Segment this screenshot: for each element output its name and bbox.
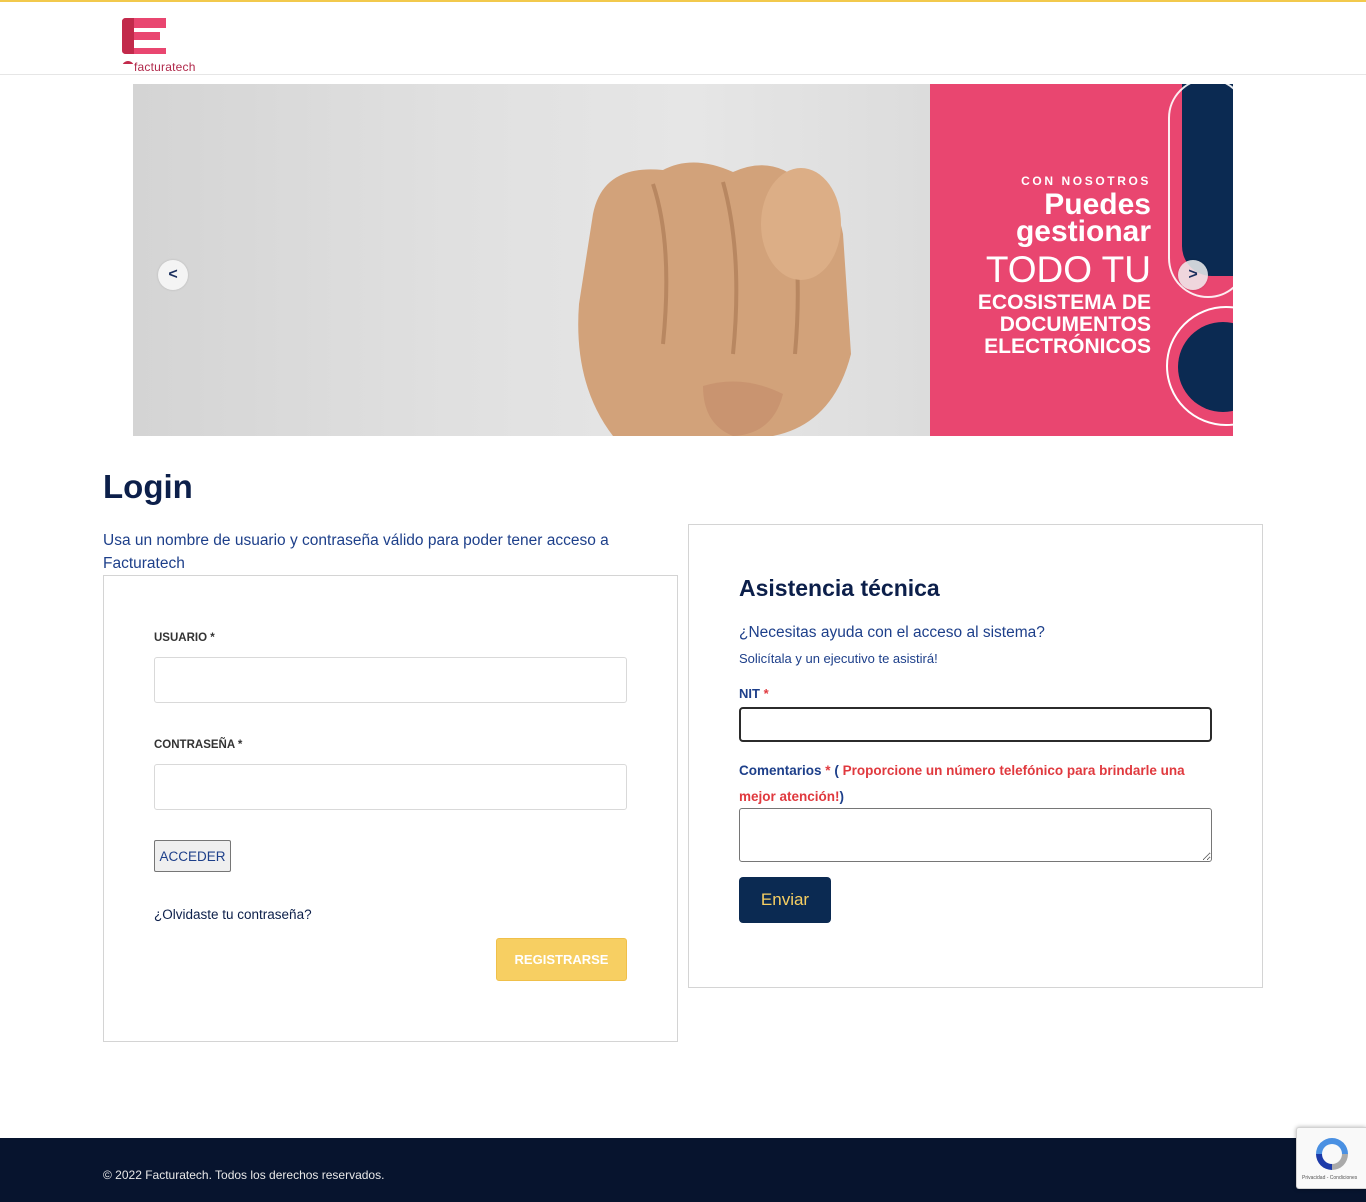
copyright-text: © 2022 Facturatech. Todos los derechos r… — [103, 1168, 385, 1182]
nit-input[interactable] — [739, 707, 1212, 742]
comments-label-text: Comentarios — [739, 763, 822, 778]
comments-paren-open: ( — [834, 763, 839, 778]
register-button[interactable]: REGISTRARSE — [496, 938, 627, 981]
recaptcha-icon — [1316, 1138, 1348, 1170]
carousel-photo — [133, 84, 930, 436]
required-mark: * — [763, 686, 769, 701]
page-footer: © 2022 Facturatech. Todos los derechos r… — [0, 1138, 1366, 1202]
login-intro-text: Usa un nombre de usuario y contraseña vá… — [103, 532, 609, 572]
banner-subline: ECOSISTEMA DE DOCUMENTOS ELECTRÓNICOS — [978, 292, 1151, 358]
username-input[interactable] — [154, 657, 627, 703]
banner-headline-3: TODO TU — [985, 249, 1151, 290]
support-subtitle: Solicítala y un ejecutivo te asistirá! — [739, 651, 938, 666]
comments-label: Comentarios * ( Proporcione un número te… — [739, 758, 1219, 810]
login-submit-button[interactable]: ACCEDER — [154, 840, 231, 872]
required-mark: * — [825, 763, 831, 778]
password-label: CONTRASEÑA * — [154, 739, 243, 751]
support-form: Asistencia técnica ¿Necesitas ayuda con … — [688, 524, 1263, 988]
banner-subline-2: DOCUMENTOS — [999, 313, 1151, 336]
support-question: ¿Necesitas ayuda con el acceso al sistem… — [739, 624, 1045, 641]
logo-wordmark: facturatech — [134, 60, 196, 74]
forgot-password-link[interactable]: ¿Olvidaste tu contraseña? — [154, 907, 312, 922]
comments-paren-close: ) — [839, 789, 845, 804]
banner-kicker: CON NOSOTROS — [1021, 174, 1151, 188]
page-title: Login — [103, 468, 193, 505]
carousel-prev-button[interactable]: < — [158, 260, 188, 290]
banner-headline-2: gestionar — [1015, 215, 1151, 248]
facturatech-logo[interactable]: facturatech — [120, 16, 200, 76]
comments-textarea[interactable] — [739, 808, 1212, 862]
password-input[interactable] — [154, 764, 627, 810]
hero-carousel: CON NOSOTROS Puedes gestionar TODO TU EC… — [133, 84, 1233, 436]
recaptcha-links[interactable]: Privacidad - Condiciones — [1302, 1175, 1357, 1181]
carousel-next-button[interactable]: > — [1178, 260, 1208, 290]
support-title: Asistencia técnica — [739, 575, 940, 601]
recaptcha-badge[interactable]: Privacidad - Condiciones — [1296, 1127, 1366, 1189]
banner-subline-3: ELECTRÓNICOS — [984, 335, 1151, 358]
pointing-fist-image — [578, 162, 851, 436]
login-form: USUARIO * CONTRASEÑA * ACCEDER ¿Olvidast… — [103, 575, 678, 1042]
top-header: facturatech — [0, 0, 1366, 75]
facturatech-logo-icon — [122, 18, 166, 73]
banner-subline-1: ECOSISTEMA DE — [977, 291, 1151, 314]
nit-label-text: NIT — [739, 686, 760, 701]
nit-label: NIT * — [739, 686, 769, 701]
username-label: USUARIO * — [154, 632, 215, 644]
support-submit-button[interactable]: Enviar — [739, 877, 831, 923]
